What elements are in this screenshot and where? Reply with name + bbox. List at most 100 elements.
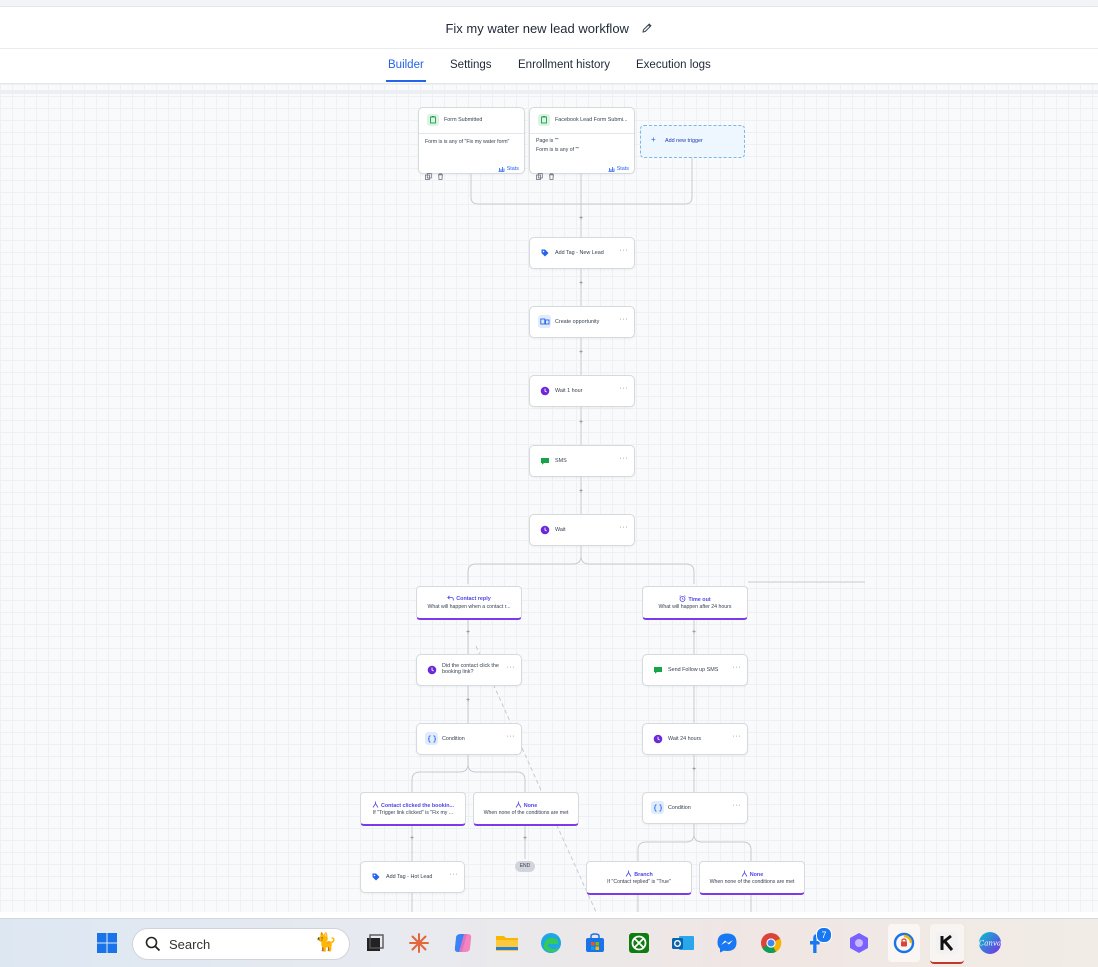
sms-icon	[538, 454, 551, 467]
loop-app-icon[interactable]	[846, 930, 872, 956]
trash-icon[interactable]	[548, 167, 555, 185]
tab-settings[interactable]: Settings	[450, 59, 492, 71]
add-step-plus-icon[interactable]: +	[577, 280, 585, 288]
trigger-title: Facebook Lead Form Submi...	[555, 117, 628, 123]
tab-enrollment-history[interactable]: Enrollment history	[518, 59, 610, 71]
xbox-icon[interactable]	[626, 930, 652, 956]
action-wait-1-hour[interactable]: Wait 1 hour ···	[529, 375, 635, 407]
add-step-plus-icon[interactable]: +	[690, 766, 698, 774]
end-marker: END	[515, 861, 535, 872]
trigger-form-submitted[interactable]: Form Submitted Form is is any of "Fix my…	[418, 107, 525, 180]
condition-braces-icon	[651, 801, 664, 814]
alarm-clock-icon	[679, 595, 686, 602]
branch-none-right[interactable]: None When none of the conditions are met	[699, 861, 805, 895]
add-step-plus-icon[interactable]: +	[577, 215, 585, 223]
add-step-plus-icon[interactable]: +	[690, 629, 698, 637]
split-icon	[625, 870, 632, 877]
more-options-icon[interactable]: ···	[620, 316, 629, 323]
bar-chart-icon	[498, 167, 505, 172]
taskbar-search-input[interactable]: Search 🐈	[132, 928, 350, 960]
action-sms[interactable]: SMS ···	[529, 445, 635, 477]
form-icon	[427, 114, 439, 126]
microsoft-store-icon[interactable]	[582, 930, 608, 956]
tag-icon	[538, 246, 551, 259]
messenger-icon[interactable]	[714, 930, 740, 956]
sms-icon	[651, 663, 664, 676]
action-condition-right[interactable]: Condition ···	[642, 792, 748, 824]
chrome-icon[interactable]	[758, 930, 784, 956]
workflow-canvas[interactable]: + + + + + + + + + + + Form Submitted For…	[0, 84, 1098, 912]
workflow-header: Fix my water new lead workflow	[0, 7, 1098, 49]
trigger-condition: Page is ""	[536, 138, 559, 144]
branch-contact-replied[interactable]: Branch If "Contact replied" is "True"	[586, 861, 692, 895]
branch-contact-reply[interactable]: Contact reply What will happen when a co…	[416, 586, 522, 620]
branch-none-left[interactable]: None When none of the conditions are met	[473, 792, 579, 826]
kajabi-app-icon[interactable]	[930, 924, 964, 964]
edge-browser-icon[interactable]	[538, 930, 564, 956]
copy-icon[interactable]	[425, 167, 432, 185]
more-options-icon[interactable]: ···	[733, 733, 742, 740]
opportunity-icon	[538, 315, 551, 328]
split-icon	[515, 801, 522, 808]
stats-link[interactable]: Stats	[608, 166, 629, 172]
clock-icon	[425, 663, 438, 676]
split-icon	[741, 870, 748, 877]
action-wait[interactable]: Wait ···	[529, 514, 635, 546]
windows-start-icon[interactable]	[94, 930, 120, 956]
more-options-icon[interactable]: ···	[450, 871, 459, 878]
form-icon	[538, 114, 550, 126]
copilot-spark-icon[interactable]	[406, 930, 432, 956]
action-booking-link-check[interactable]: Did the contact click the booking link? …	[416, 654, 522, 686]
more-options-icon[interactable]: ···	[620, 524, 629, 531]
tag-icon	[369, 870, 382, 883]
action-wait-24-hours[interactable]: Wait 24 hours ···	[642, 723, 748, 755]
trigger-facebook-lead-form[interactable]: Facebook Lead Form Submi... Page is "" F…	[529, 107, 635, 180]
windows-taskbar: Search 🐈 7 Canva	[0, 918, 1098, 967]
action-condition[interactable]: Condition ···	[416, 723, 522, 755]
outlook-icon[interactable]	[670, 930, 696, 956]
security-app-icon[interactable]	[888, 924, 920, 962]
action-add-tag-new-lead[interactable]: Add Tag - New Lead ···	[529, 237, 635, 269]
add-step-plus-icon[interactable]: +	[464, 629, 472, 637]
add-step-plus-icon[interactable]: +	[577, 349, 585, 357]
svg-text:Canva: Canva	[979, 940, 1001, 948]
add-new-trigger-button[interactable]: + Add new trigger	[640, 125, 745, 158]
edit-pencil-icon[interactable]	[641, 22, 653, 37]
connector-lines	[411, 158, 865, 912]
add-step-plus-icon[interactable]: +	[521, 835, 529, 843]
more-options-icon[interactable]: ···	[733, 802, 742, 809]
trigger-condition: Form is is any of ""	[536, 147, 580, 153]
cat-illustration-icon: 🐈	[314, 932, 337, 952]
action-send-follow-up-sms[interactable]: Send Follow up SMS ···	[642, 654, 748, 686]
add-step-plus-icon[interactable]: +	[408, 835, 416, 843]
workflow-title[interactable]: Fix my water new lead workflow	[0, 21, 1098, 37]
more-options-icon[interactable]: ···	[507, 733, 516, 740]
clock-icon	[538, 523, 551, 536]
branch-contact-clicked-booking[interactable]: Contact clicked the bookin... If "Trigge…	[360, 792, 466, 826]
branch-time-out[interactable]: Time out What will happen after 24 hours	[642, 586, 748, 620]
more-options-icon[interactable]: ···	[620, 247, 629, 254]
more-options-icon[interactable]: ···	[507, 664, 516, 671]
action-create-opportunity[interactable]: Create opportunity ···	[529, 306, 635, 338]
more-options-icon[interactable]: ···	[733, 664, 742, 671]
tab-builder[interactable]: Builder	[386, 59, 426, 82]
add-step-plus-icon[interactable]: +	[464, 697, 472, 705]
add-step-plus-icon[interactable]: +	[577, 488, 585, 496]
copilot-icon[interactable]	[450, 930, 476, 956]
action-add-tag-hot-lead[interactable]: Add Tag - Hot Lead ···	[360, 861, 465, 893]
more-options-icon[interactable]: ···	[620, 385, 629, 392]
plus-icon: +	[651, 135, 656, 144]
split-icon	[372, 801, 379, 808]
more-options-icon[interactable]: ···	[620, 455, 629, 462]
trash-icon[interactable]	[437, 167, 444, 185]
tab-execution-logs[interactable]: Execution logs	[636, 59, 711, 71]
stats-link[interactable]: Stats	[498, 166, 519, 172]
clock-icon	[538, 384, 551, 397]
trigger-condition: Form is is any of "Fix my water form"	[425, 139, 510, 145]
canva-icon[interactable]: Canva	[977, 930, 1003, 956]
copy-icon[interactable]	[536, 167, 543, 185]
reply-icon	[447, 595, 454, 601]
add-step-plus-icon[interactable]: +	[577, 419, 585, 427]
file-explorer-icon[interactable]	[494, 930, 520, 956]
task-view-icon[interactable]	[362, 930, 388, 956]
